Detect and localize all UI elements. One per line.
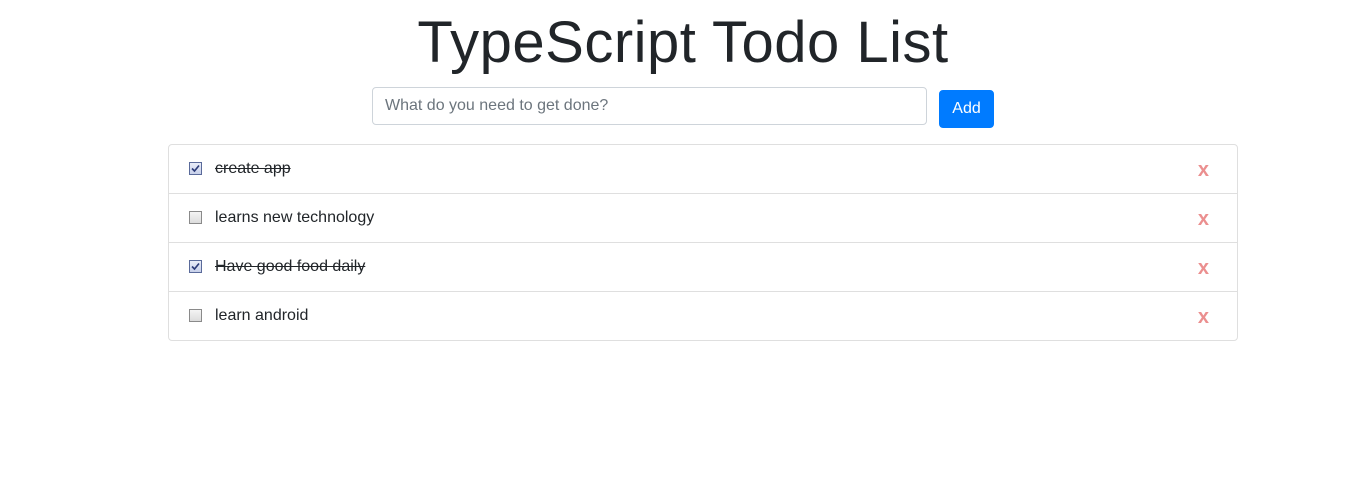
add-todo-form: Add: [372, 87, 994, 128]
todo-text: learns new technology: [215, 209, 375, 226]
todo-checkbox[interactable]: [189, 211, 202, 224]
check-icon: [191, 262, 200, 271]
page-title: TypeScript Todo List: [417, 10, 949, 75]
todo-item: learn android x: [169, 292, 1237, 340]
todo-text: learn android: [215, 307, 309, 324]
todo-text: create app: [215, 160, 291, 177]
delete-button[interactable]: x: [1198, 158, 1209, 182]
delete-button[interactable]: x: [1198, 256, 1209, 280]
app-page: TypeScript Todo List Add create app x le…: [0, 0, 1366, 492]
check-icon: [191, 164, 200, 173]
todo-text: Have good food daily: [215, 258, 366, 275]
todo-item: create app x: [169, 145, 1237, 194]
delete-button[interactable]: x: [1198, 207, 1209, 231]
todo-checkbox[interactable]: [189, 260, 202, 273]
todo-list: create app x learns new technology x Hav…: [168, 144, 1238, 341]
todo-item: learns new technology x: [169, 194, 1237, 243]
todo-input[interactable]: [372, 87, 927, 125]
delete-button[interactable]: x: [1198, 305, 1209, 329]
todo-item: Have good food daily x: [169, 243, 1237, 292]
add-button[interactable]: Add: [939, 90, 994, 128]
todo-checkbox[interactable]: [189, 162, 202, 175]
todo-checkbox[interactable]: [189, 309, 202, 322]
